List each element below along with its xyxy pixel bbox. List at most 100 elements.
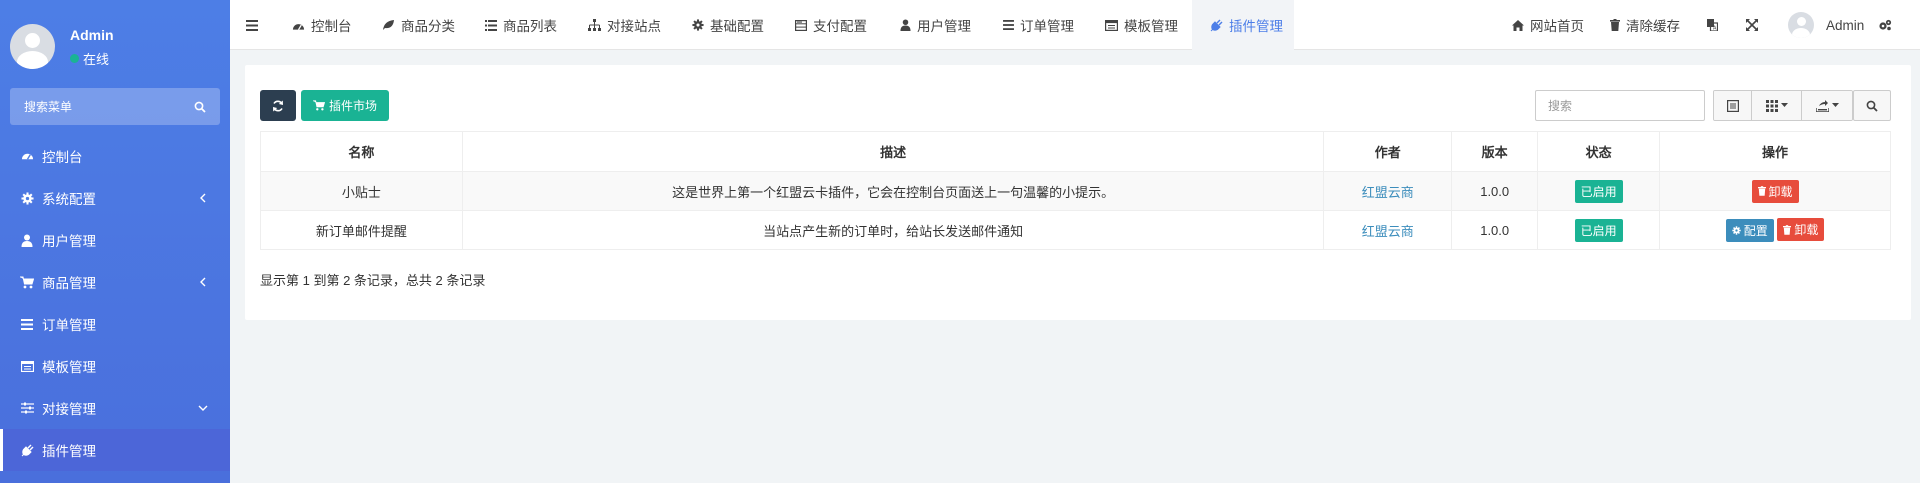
toggle-view-button[interactable]	[1714, 91, 1752, 120]
sidebar-item-orders[interactable]: 订单管理	[0, 303, 230, 345]
refresh-button[interactable]	[260, 90, 296, 121]
tab-label: 用户管理	[917, 19, 971, 34]
chevron-left-icon	[196, 191, 210, 205]
plugin-author-link[interactable]: 红盟云商	[1362, 185, 1414, 200]
card-view-icon	[1726, 99, 1739, 112]
sidebar: Admin 在线 搜索菜单 控制台 系统配置 用户管理 商品管理 订单管理 模板…	[0, 0, 230, 483]
tab-label: 模板管理	[1124, 19, 1178, 34]
trash-icon	[1757, 186, 1766, 196]
settings-button[interactable]	[1878, 0, 1892, 50]
sitemap-icon	[588, 19, 601, 31]
table-row: 新订单邮件提醒 当站点产生新的订单时，给站长发送邮件通知 红盟云商 1.0.0 …	[260, 210, 1891, 250]
column-header-author[interactable]: 作者	[1323, 131, 1453, 172]
list-icon	[20, 317, 34, 331]
column-header-name[interactable]: 名称	[260, 131, 463, 172]
avatar[interactable]	[10, 24, 55, 69]
tab-dashboard[interactable]: 控制台	[292, 0, 352, 50]
svg-text:A: A	[1713, 26, 1717, 32]
fullscreen-icon	[1746, 19, 1758, 31]
table-search-input[interactable]: 搜索	[1535, 90, 1705, 121]
menu-toggle-button[interactable]	[246, 0, 258, 50]
plugin-market-label: 插件市场	[328, 99, 377, 113]
table-tools	[1713, 90, 1853, 121]
sidebar-item-label: 用户管理	[42, 234, 96, 249]
table-search-placeholder: 搜索	[1548, 99, 1573, 113]
tab-product-list[interactable]: 商品列表	[485, 0, 557, 50]
tab-product-category[interactable]: 商品分类	[382, 0, 455, 50]
tab-plugin-management[interactable]: 插件管理	[1192, 0, 1294, 50]
user-menu-label: Admin	[1826, 17, 1865, 33]
status-badge[interactable]: 已启用	[1574, 218, 1623, 242]
uninstall-button[interactable]: 卸载	[1751, 179, 1799, 203]
bars-icon	[1003, 20, 1014, 30]
plugin-name: 小贴士	[260, 171, 463, 211]
tab-label: 订单管理	[1020, 19, 1074, 34]
tab-label: 支付配置	[813, 19, 867, 34]
export-icon	[1815, 99, 1829, 112]
fullscreen-button[interactable]	[1746, 0, 1758, 50]
language-button[interactable]: A	[1707, 0, 1718, 50]
sidebar-item-users[interactable]: 用户管理	[0, 219, 230, 261]
sidebar-item-plugins[interactable]: 插件管理	[0, 429, 230, 471]
sidebar-item-products[interactable]: 商品管理	[0, 261, 230, 303]
user-menu[interactable]: Admin	[1788, 0, 1864, 50]
language-icon: A	[1707, 19, 1718, 31]
status-badge[interactable]: 已启用	[1574, 179, 1623, 203]
refresh-icon	[273, 100, 283, 111]
menu-toggle-icon[interactable]	[246, 19, 258, 31]
sidebar-item-dashboard[interactable]: 控制台	[0, 135, 230, 177]
clear-cache-label: 清除缓存	[1626, 19, 1680, 34]
column-header-status[interactable]: 状态	[1537, 131, 1661, 172]
export-button[interactable]	[1802, 91, 1852, 120]
clear-cache-button[interactable]: 清除缓存	[1610, 0, 1680, 50]
advanced-search-button[interactable]	[1853, 90, 1891, 121]
sidebar-item-label: 系统配置	[42, 192, 96, 207]
sidebar-item-label: 对接管理	[42, 402, 96, 417]
search-icon[interactable]	[194, 101, 206, 113]
plugin-version: 1.0.0	[1451, 171, 1539, 211]
column-header-description[interactable]: 描述	[461, 131, 1325, 172]
website-home-link[interactable]: 网站首页	[1512, 0, 1584, 50]
online-dot-icon	[70, 54, 79, 63]
tab-label: 商品列表	[503, 19, 557, 34]
plugin-version: 1.0.0	[1451, 210, 1539, 250]
gear-icon	[20, 191, 34, 205]
sidebar-search[interactable]: 搜索菜单	[10, 88, 220, 125]
tab-label: 商品分类	[401, 19, 455, 34]
table-row: 小贴士 这是世界上第一个红盟云卡插件，它会在控制台页面送上一句温馨的小提示。 红…	[260, 171, 1891, 211]
tab-basic-config[interactable]: 基础配置	[692, 0, 764, 50]
sidebar-item-docking[interactable]: 对接管理	[0, 387, 230, 429]
user-name: Admin	[70, 27, 114, 43]
sidebar-item-label: 插件管理	[42, 444, 96, 459]
plugin-name: 新订单邮件提醒	[260, 210, 463, 250]
column-header-actions[interactable]: 操作	[1659, 131, 1891, 172]
cart-icon	[313, 100, 325, 111]
sidebar-item-label: 订单管理	[42, 318, 96, 333]
tab-payment-config[interactable]: 支付配置	[795, 0, 867, 50]
sidebar-item-label: 模板管理	[42, 360, 96, 375]
caret-down-icon	[1780, 103, 1788, 107]
column-header-version[interactable]: 版本	[1451, 131, 1539, 172]
leaf-icon	[383, 20, 394, 30]
config-button[interactable]: 配置	[1725, 218, 1774, 242]
user-panel: Admin 在线	[0, 0, 230, 90]
sliders-icon	[20, 401, 34, 415]
gears-icon	[1879, 19, 1892, 31]
plugin-market-button[interactable]: 插件市场	[301, 90, 389, 121]
gear-icon	[1732, 226, 1741, 235]
sidebar-item-system-config[interactable]: 系统配置	[0, 177, 230, 219]
sidebar-item-templates[interactable]: 模板管理	[0, 345, 230, 387]
user-icon	[900, 19, 911, 31]
dashboard-icon	[292, 23, 305, 30]
tab-template-management[interactable]: 模板管理	[1105, 0, 1178, 50]
tab-docking-sites[interactable]: 对接站点	[588, 0, 661, 50]
plugin-description: 当站点产生新的订单时，给站长发送邮件通知	[461, 210, 1325, 250]
top-navbar: 控制台 商品分类 商品列表 对接站点 基础配置 支付配置 用户管理 订单管理 模…	[230, 0, 1920, 50]
tab-user-management[interactable]: 用户管理	[900, 0, 971, 50]
plugin-author-link[interactable]: 红盟云商	[1362, 224, 1414, 239]
uninstall-button[interactable]: 卸载	[1777, 218, 1825, 242]
columns-button[interactable]	[1752, 91, 1802, 120]
chevron-left-icon	[196, 275, 210, 289]
tab-order-management[interactable]: 订单管理	[1003, 0, 1074, 50]
dashboard-icon	[20, 149, 34, 163]
